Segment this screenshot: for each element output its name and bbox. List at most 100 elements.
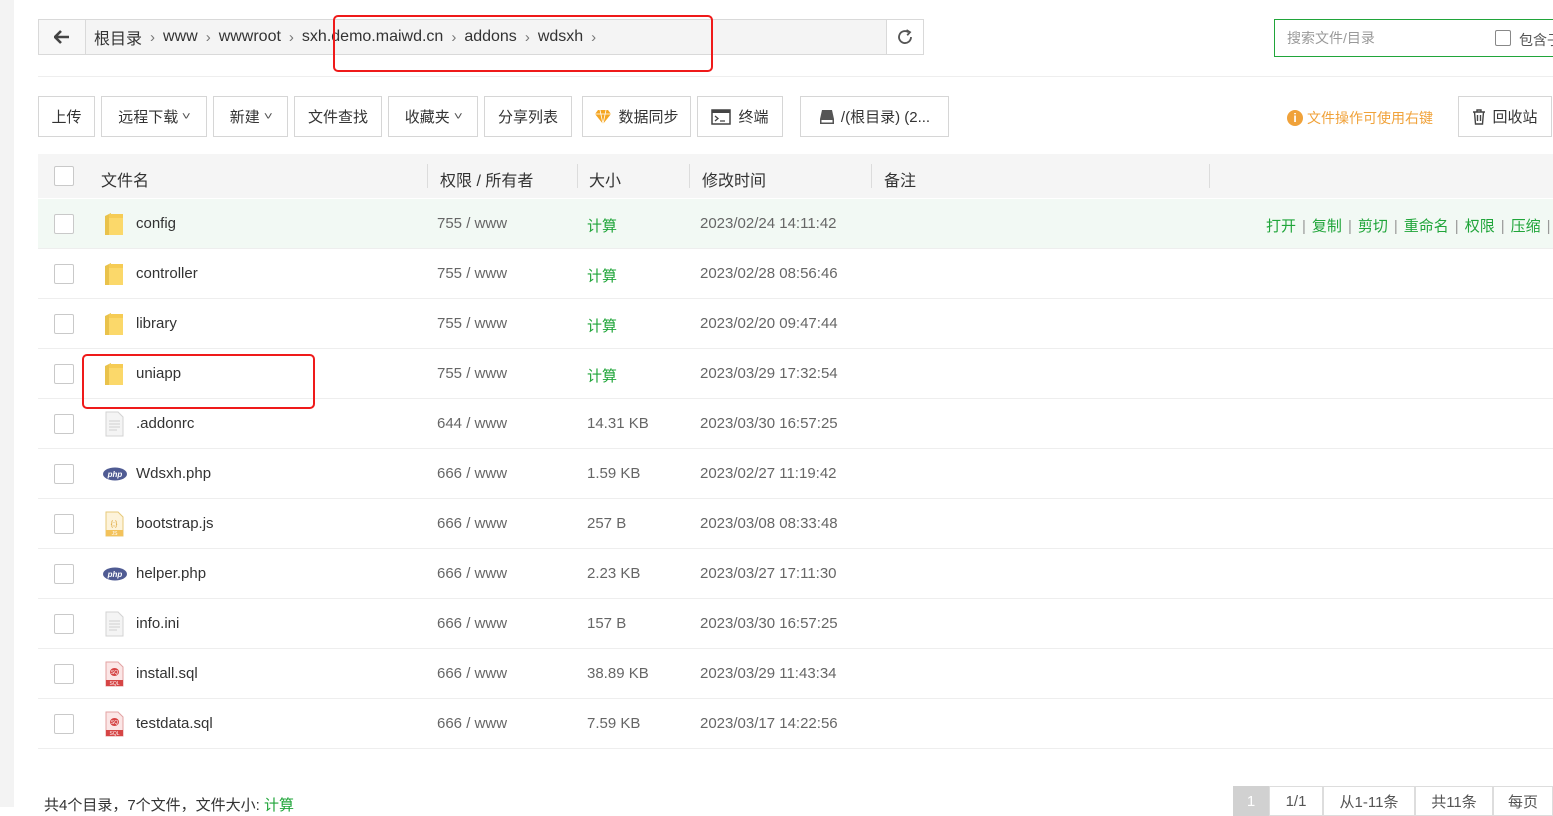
row-checkbox[interactable]	[54, 364, 74, 384]
row-checkbox[interactable]	[54, 614, 74, 634]
table-row[interactable]: {;} JS bootstrap.js 666 / www 257 B 2023/03/0…	[38, 499, 1553, 549]
footer-summary-text: 共4个目录，7个文件，文件大小:	[44, 797, 265, 814]
data-sync-button[interactable]: 数据同步	[582, 96, 691, 137]
row-checkbox[interactable]	[54, 464, 74, 484]
file-name[interactable]: .addonrc	[136, 415, 194, 432]
include-subdir-label: 包含子	[1519, 32, 1553, 48]
file-permission[interactable]: 666 / www	[437, 615, 507, 632]
file-name[interactable]: bootstrap.js	[136, 515, 214, 532]
file-permission[interactable]: 666 / www	[437, 465, 507, 482]
breadcrumb-item[interactable]: 根目录	[86, 25, 150, 49]
left-gutter	[0, 0, 14, 807]
row-action-link[interactable]: 复制	[1312, 218, 1342, 235]
folder-icon	[102, 210, 126, 238]
file-name[interactable]: controller	[136, 265, 198, 282]
table-row[interactable]: info.ini 666 / www 157 B 2023/03/30 16:57:2…	[38, 599, 1553, 649]
svg-text:SQ: SQ	[111, 670, 118, 676]
file-name[interactable]: install.sql	[136, 665, 198, 682]
file-name[interactable]: library	[136, 315, 177, 332]
js-file-icon: {;} JS	[102, 510, 126, 538]
sql-file-icon: SQ SQL	[102, 660, 126, 688]
file-permission[interactable]: 666 / www	[437, 515, 507, 532]
arrow-left-icon	[54, 30, 69, 44]
row-action-link[interactable]: 压缩	[1511, 218, 1541, 235]
row-action-link[interactable]: 重命名	[1404, 218, 1449, 235]
calculate-size-link[interactable]: 计算	[587, 365, 617, 386]
table-row[interactable]: SQ SQL testdata.sql 666 / www 7.59 KB 2023/03…	[38, 699, 1553, 749]
file-permission[interactable]: 755 / www	[437, 265, 507, 282]
column-header-remark: 备注	[884, 173, 917, 190]
upload-button[interactable]: 上传	[38, 96, 95, 137]
per-page-select[interactable]: 每页	[1493, 786, 1553, 816]
search-input[interactable]	[1285, 29, 1479, 47]
file-permission[interactable]: 755 / www	[437, 365, 507, 382]
table-row[interactable]: SQ SQL install.sql 666 / www 38.89 KB 2023/03…	[38, 649, 1553, 699]
row-checkbox[interactable]	[54, 414, 74, 434]
select-all-checkbox[interactable]	[54, 166, 74, 186]
table-row[interactable]: php helper.php 666 / www 2.23 KB 2023/03/27 …	[38, 549, 1553, 599]
row-action-link[interactable]: 权限	[1465, 218, 1495, 235]
column-divider	[427, 164, 428, 188]
text-file-icon	[102, 410, 126, 438]
column-header-mtime[interactable]: 修改时间	[702, 167, 766, 191]
column-divider	[871, 164, 872, 188]
row-checkbox[interactable]	[54, 714, 74, 734]
table-row[interactable]: config 755 / www 计算 2023/02/24 14:11:42 打开 | 复…	[38, 199, 1553, 249]
file-name[interactable]: helper.php	[136, 565, 206, 582]
column-header-name[interactable]: 文件名	[101, 167, 149, 191]
include-subdir-checkbox[interactable]	[1495, 30, 1511, 46]
row-checkbox[interactable]	[54, 564, 74, 584]
page-current[interactable]: 1	[1233, 786, 1269, 816]
recycle-bin-button[interactable]: 回收站	[1458, 96, 1552, 137]
back-button[interactable]	[39, 20, 86, 54]
file-mtime: 2023/03/29 17:32:54	[700, 365, 838, 382]
file-permission[interactable]: 755 / www	[437, 215, 507, 232]
file-search-button[interactable]: 文件查找	[294, 96, 382, 137]
text-file-icon	[102, 610, 126, 638]
row-checkbox[interactable]	[54, 214, 74, 234]
upload-label: 上传	[51, 109, 82, 126]
column-header-permission[interactable]: 权限 / 所有者	[440, 167, 533, 191]
row-action-link[interactable]: 打开	[1266, 218, 1296, 235]
breadcrumb-item[interactable]: wwwroot	[211, 28, 289, 46]
footer-calc-link[interactable]: 计算	[264, 797, 294, 814]
calculate-size-link[interactable]: 计算	[587, 265, 617, 286]
breadcrumb-item[interactable]: www	[155, 28, 206, 46]
row-checkbox[interactable]	[54, 514, 74, 534]
file-mtime: 2023/03/30 16:57:25	[700, 415, 838, 432]
calculate-size-link[interactable]: 计算	[587, 215, 617, 236]
row-checkbox[interactable]	[54, 264, 74, 284]
file-permission[interactable]: 644 / www	[437, 415, 507, 432]
favorites-button[interactable]: 收藏夹 ˅	[388, 96, 478, 137]
page-total-count: 共11条	[1415, 786, 1493, 816]
table-row[interactable]: library 755 / www 计算 2023/02/20 09:47:44	[38, 299, 1553, 349]
diamond-icon	[595, 109, 612, 124]
file-name[interactable]: info.ini	[136, 615, 179, 632]
table-header: 文件名 权限 / 所有者 大小 修改时间 备注	[38, 154, 1553, 198]
file-permission[interactable]: 755 / www	[437, 315, 507, 332]
row-checkbox[interactable]	[54, 314, 74, 334]
page-range: 从1-11条	[1323, 786, 1415, 816]
table-row[interactable]: php Wdsxh.php 666 / www 1.59 KB 2023/02/27 1…	[38, 449, 1553, 499]
file-name[interactable]: testdata.sql	[136, 715, 213, 732]
calculate-size-link[interactable]: 计算	[587, 315, 617, 336]
row-action-link[interactable]: 剪切	[1358, 218, 1388, 235]
file-permission[interactable]: 666 / www	[437, 665, 507, 682]
disk-button[interactable]: /(根目录) (2...	[800, 96, 949, 137]
row-checkbox[interactable]	[54, 664, 74, 684]
terminal-button[interactable]: 终端	[697, 96, 783, 137]
share-list-button[interactable]: 分享列表	[484, 96, 572, 137]
column-header-size[interactable]: 大小	[589, 167, 621, 191]
refresh-button[interactable]	[886, 20, 923, 54]
svg-text:php: php	[107, 470, 123, 479]
file-name[interactable]: config	[136, 215, 176, 232]
highlight-box-uniapp	[82, 354, 315, 409]
action-separator: |	[1302, 218, 1306, 235]
new-button[interactable]: 新建 ˅	[213, 96, 288, 137]
file-permission[interactable]: 666 / www	[437, 715, 507, 732]
table-row[interactable]: controller 755 / www 计算 2023/02/28 08:56:46	[38, 249, 1553, 299]
remote-download-button[interactable]: 远程下载 ˅	[101, 96, 207, 137]
file-name[interactable]: Wdsxh.php	[136, 465, 211, 482]
file-permission[interactable]: 666 / www	[437, 565, 507, 582]
trash-icon	[1473, 108, 1486, 125]
